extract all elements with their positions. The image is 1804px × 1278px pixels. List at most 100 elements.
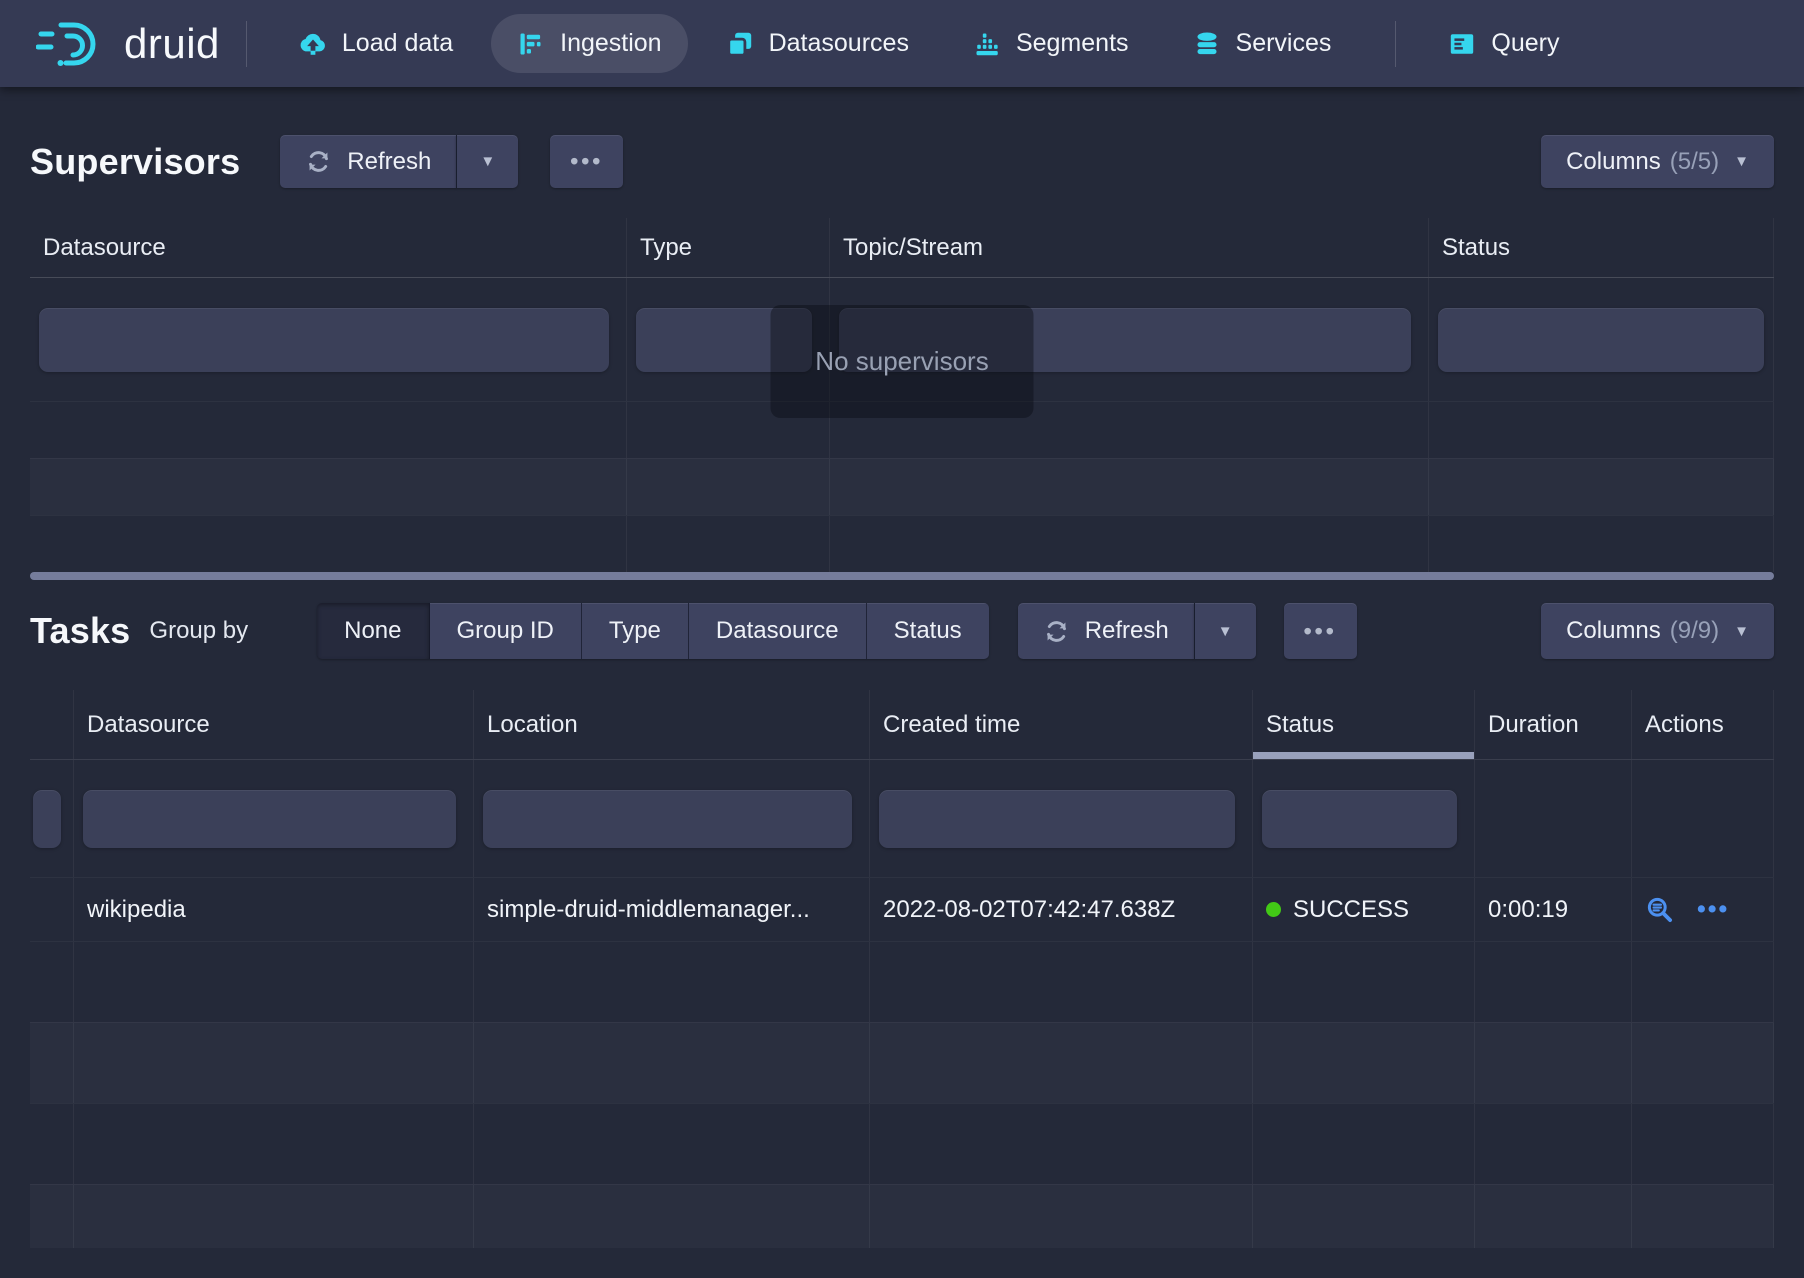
task-detail-magnifier-icon[interactable] (1645, 895, 1675, 925)
tasks-table: Datasource Location Created time Status … (30, 690, 1774, 1248)
columns-count: (5/5) (1670, 148, 1719, 176)
group-by-button-group: None Group ID Type Datasource Status (317, 603, 989, 659)
task-row-wikipedia[interactable]: wikipedia simple-druid-middlemanager... … (30, 877, 1774, 941)
group-by-none-button[interactable]: None (317, 603, 429, 659)
tasks-table-header-row: Datasource Location Created time Status … (30, 690, 1774, 760)
druid-logo-icon (36, 17, 112, 71)
task-datasource-cell: wikipedia (74, 878, 474, 941)
nav-item-label: Services (1236, 29, 1332, 58)
nav-item-segments[interactable]: Segments (947, 14, 1155, 73)
no-supervisors-message: No supervisors (771, 305, 1034, 418)
supervisors-refresh-button[interactable]: Refresh (280, 135, 456, 188)
gantt-chart-icon (517, 30, 545, 58)
tasks-filter-row (30, 760, 1774, 877)
ellipsis-icon: ••• (570, 150, 603, 173)
filter-input-status[interactable] (1262, 790, 1457, 848)
database-icon (1193, 30, 1221, 58)
group-by-type-button[interactable]: Type (582, 603, 689, 659)
column-header-blank[interactable] (30, 690, 74, 759)
bar-chart-icon (973, 30, 1001, 58)
query-document-icon (1448, 30, 1476, 58)
tasks-refresh-split-button: Refresh ▼ (1018, 603, 1256, 659)
ellipsis-icon: ••• (1304, 620, 1337, 643)
column-header-datasource[interactable]: Datasource (74, 690, 474, 759)
nav-item-datasources[interactable]: Datasources (700, 14, 935, 73)
nav-item-label: Query (1491, 29, 1559, 58)
horizontal-scrollbar[interactable] (30, 572, 1774, 580)
supervisors-title: Supervisors (30, 141, 240, 183)
tasks-refresh-button[interactable]: Refresh (1018, 603, 1194, 659)
refresh-button-label: Refresh (1085, 617, 1169, 645)
group-by-datasource-button[interactable]: Datasource (689, 603, 867, 659)
nav-item-load-data[interactable]: Load data (273, 14, 479, 73)
empty-table-row (30, 515, 1774, 572)
column-header-status[interactable]: Status (1429, 218, 1774, 277)
task-location-cell: simple-druid-middlemanager... (474, 878, 870, 941)
column-header-datasource[interactable]: Datasource (30, 218, 627, 277)
supervisors-refresh-split-button: Refresh ▼ (280, 135, 518, 188)
supervisors-refresh-dropdown-button[interactable]: ▼ (456, 135, 518, 188)
tasks-more-button[interactable]: ••• (1284, 603, 1357, 659)
supervisors-columns-button[interactable]: Columns (5/5) ▼ (1541, 135, 1774, 188)
column-header-topic-stream[interactable]: Topic/Stream (830, 218, 1429, 277)
tasks-title: Tasks (30, 610, 130, 652)
column-header-type[interactable]: Type (627, 218, 830, 277)
task-duration-cell: 0:00:19 (1475, 878, 1632, 941)
supervisors-table: Datasource Type Topic/Stream Status No s… (30, 218, 1774, 572)
nav-item-services[interactable]: Services (1167, 14, 1358, 73)
empty-table-row (30, 1184, 1774, 1248)
nav-item-label: Segments (1016, 29, 1129, 58)
group-by-group-id-button[interactable]: Group ID (430, 603, 582, 659)
stacked-squares-icon (726, 30, 754, 58)
refresh-icon (305, 148, 332, 175)
success-status-dot (1266, 902, 1281, 917)
task-id-cell (30, 878, 74, 941)
refresh-button-label: Refresh (347, 148, 431, 176)
column-header-status-sorted[interactable]: Status (1253, 690, 1475, 759)
filter-input-task-id[interactable] (33, 790, 61, 848)
columns-button-label: Columns (1566, 148, 1661, 176)
column-header-location[interactable]: Location (474, 690, 870, 759)
task-created-time-cell: 2022-08-02T07:42:47.638Z (870, 878, 1253, 941)
refresh-icon (1043, 618, 1070, 645)
empty-table-row (30, 1022, 1774, 1103)
tasks-refresh-dropdown-button[interactable]: ▼ (1194, 603, 1256, 659)
empty-table-row (30, 941, 1774, 1022)
chevron-down-icon: ▼ (1734, 624, 1749, 639)
group-by-status-button[interactable]: Status (867, 603, 989, 659)
column-header-actions[interactable]: Actions (1632, 690, 1774, 759)
empty-table-row (30, 458, 1774, 515)
druid-logo-text: druid (124, 20, 220, 68)
chevron-down-icon: ▼ (1734, 154, 1749, 169)
column-header-duration[interactable]: Duration (1475, 690, 1632, 759)
columns-button-label: Columns (1566, 617, 1661, 645)
supervisors-table-header-row: Datasource Type Topic/Stream Status (30, 218, 1774, 278)
nav-item-ingestion[interactable]: Ingestion (491, 14, 687, 73)
cloud-upload-icon (299, 30, 327, 58)
group-by-label: Group by (149, 617, 248, 645)
nav-item-label: Load data (342, 29, 453, 58)
top-navbar: druid Load data Ingestion Datasources Se… (0, 0, 1804, 87)
navbar-divider (246, 21, 247, 67)
empty-table-row (30, 1103, 1774, 1184)
column-header-created-time[interactable]: Created time (870, 690, 1253, 759)
filter-input-datasource[interactable] (83, 790, 456, 848)
filter-input-status[interactable] (1438, 308, 1764, 372)
task-actions-cell: ••• (1632, 878, 1774, 941)
nav-item-label: Ingestion (560, 29, 661, 58)
druid-logo[interactable]: druid (36, 17, 220, 71)
task-more-actions-icon[interactable]: ••• (1697, 897, 1729, 922)
filter-input-location[interactable] (483, 790, 852, 848)
chevron-down-icon: ▼ (480, 154, 495, 169)
tasks-toolbar: Tasks Group by None Group ID Type Dataso… (30, 603, 1774, 659)
nav-item-query[interactable]: Query (1422, 14, 1585, 73)
navbar-divider (1395, 21, 1396, 67)
supervisors-more-button[interactable]: ••• (550, 135, 623, 188)
tasks-columns-button[interactable]: Columns (9/9) ▼ (1541, 603, 1774, 659)
nav-item-label: Datasources (769, 29, 909, 58)
chevron-down-icon: ▼ (1218, 624, 1233, 639)
filter-input-created-time[interactable] (879, 790, 1235, 848)
task-status-cell: SUCCESS (1253, 878, 1475, 941)
supervisors-toolbar: Supervisors Refresh ▼ ••• Columns (5/5) … (30, 135, 1774, 188)
filter-input-datasource[interactable] (39, 308, 609, 372)
